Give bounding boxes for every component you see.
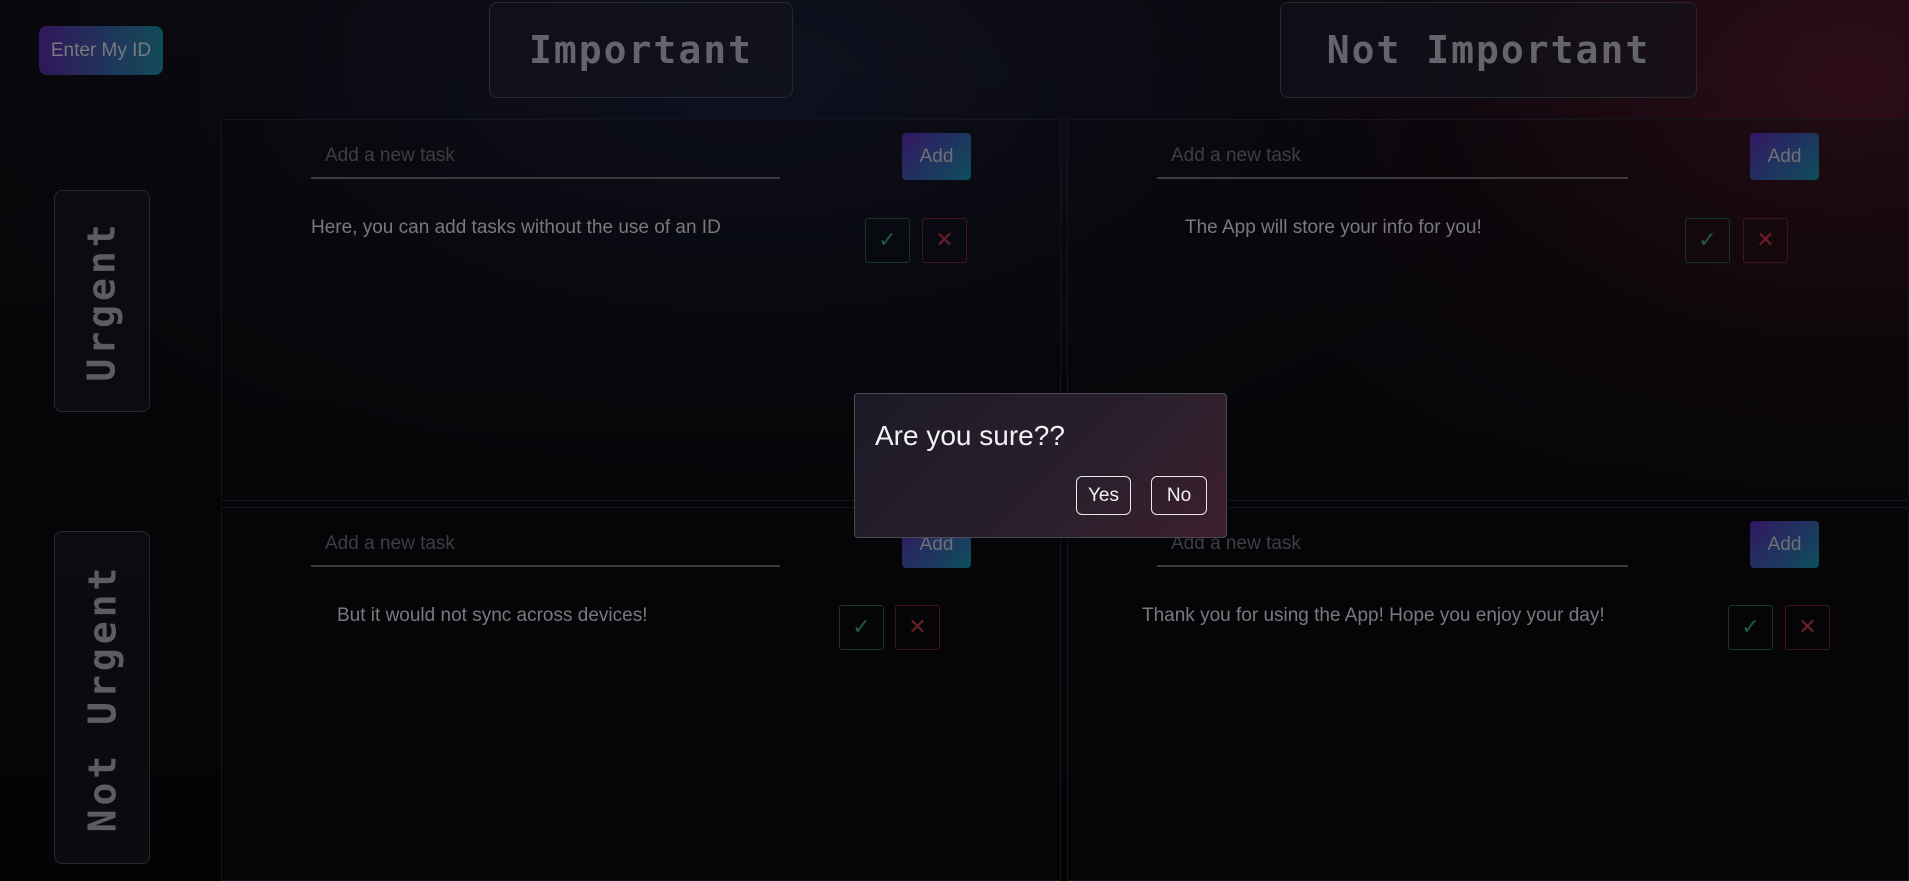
delete-task-button[interactable]: ✕: [922, 218, 967, 263]
add-button-not-urgent-not-important[interactable]: Add: [1750, 521, 1819, 568]
task-input-urgent-important[interactable]: [311, 135, 780, 179]
row-header-urgent: Urgent: [54, 190, 150, 412]
row-header-urgent-label: Urgent: [80, 220, 124, 382]
complete-task-button[interactable]: ✓: [865, 218, 910, 263]
delete-task-button[interactable]: ✕: [1785, 605, 1830, 650]
task-item-urgent-important: Here, you can add tasks without the use …: [311, 217, 721, 238]
task-input-not-urgent-important[interactable]: [311, 523, 780, 567]
column-header-important-label: Important: [529, 28, 753, 72]
row-header-not-urgent-label: Not Urgent: [80, 563, 124, 832]
task-item-urgent-not-important: The App will store your info for you!: [1185, 217, 1482, 238]
delete-task-button[interactable]: ✕: [1743, 218, 1788, 263]
complete-task-button[interactable]: ✓: [1728, 605, 1773, 650]
complete-task-button[interactable]: ✓: [839, 605, 884, 650]
task-item-not-urgent-important: But it would not sync across devices!: [337, 605, 648, 626]
task-item-not-urgent-not-important: Thank you for using the App! Hope you en…: [1142, 605, 1605, 626]
column-header-important: Important: [489, 2, 793, 98]
delete-task-button[interactable]: ✕: [895, 605, 940, 650]
add-button-urgent-not-important[interactable]: Add: [1750, 133, 1819, 180]
column-header-not-important-label: Not Important: [1326, 28, 1651, 72]
confirm-dialog-title: Are you sure??: [875, 420, 1065, 451]
enter-my-id-button[interactable]: Enter My ID: [39, 26, 163, 75]
confirm-no-button[interactable]: No: [1151, 476, 1207, 515]
complete-task-button[interactable]: ✓: [1685, 218, 1730, 263]
column-header-not-important: Not Important: [1280, 2, 1697, 98]
task-input-urgent-not-important[interactable]: [1157, 135, 1628, 179]
confirm-yes-button[interactable]: Yes: [1076, 476, 1131, 515]
add-button-urgent-important[interactable]: Add: [902, 133, 971, 180]
task-input-not-urgent-not-important[interactable]: [1157, 523, 1628, 567]
row-header-not-urgent: Not Urgent: [54, 531, 150, 864]
confirm-dialog: Are you sure?? Yes No: [854, 393, 1227, 538]
